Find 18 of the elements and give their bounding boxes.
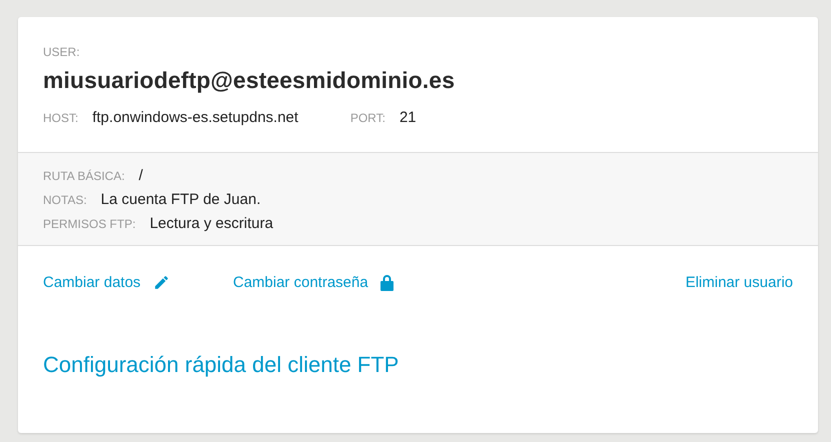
field-label: PERMISOS FTP: xyxy=(43,217,136,231)
pencil-icon xyxy=(152,274,170,291)
password-link[interactable]: Cambiar contraseña xyxy=(233,274,394,291)
field-label: HOST: xyxy=(43,111,78,125)
field-value: ftp.onwindows-es.setupdns.net xyxy=(92,109,298,126)
field-value: Lectura y escritura xyxy=(150,215,274,232)
field-value: / xyxy=(138,167,143,184)
field-label: RUTA BÁSICA: xyxy=(43,169,125,183)
field-value: 21 xyxy=(399,109,416,126)
field-label: PORT: xyxy=(350,111,386,125)
section-link[interactable]: Configuración rápida del cliente FTP xyxy=(43,352,793,378)
edit-link[interactable]: Cambiar datos xyxy=(43,274,233,291)
delete-link[interactable]: Eliminar usuario xyxy=(685,274,793,291)
field-label: USER: xyxy=(43,45,81,59)
username: miusuariodeftp@esteesmidominio.es xyxy=(43,67,456,94)
lock-icon xyxy=(380,274,394,291)
field-label: NOTAS: xyxy=(43,193,87,207)
field-value: La cuenta FTP de Juan. xyxy=(100,191,261,208)
